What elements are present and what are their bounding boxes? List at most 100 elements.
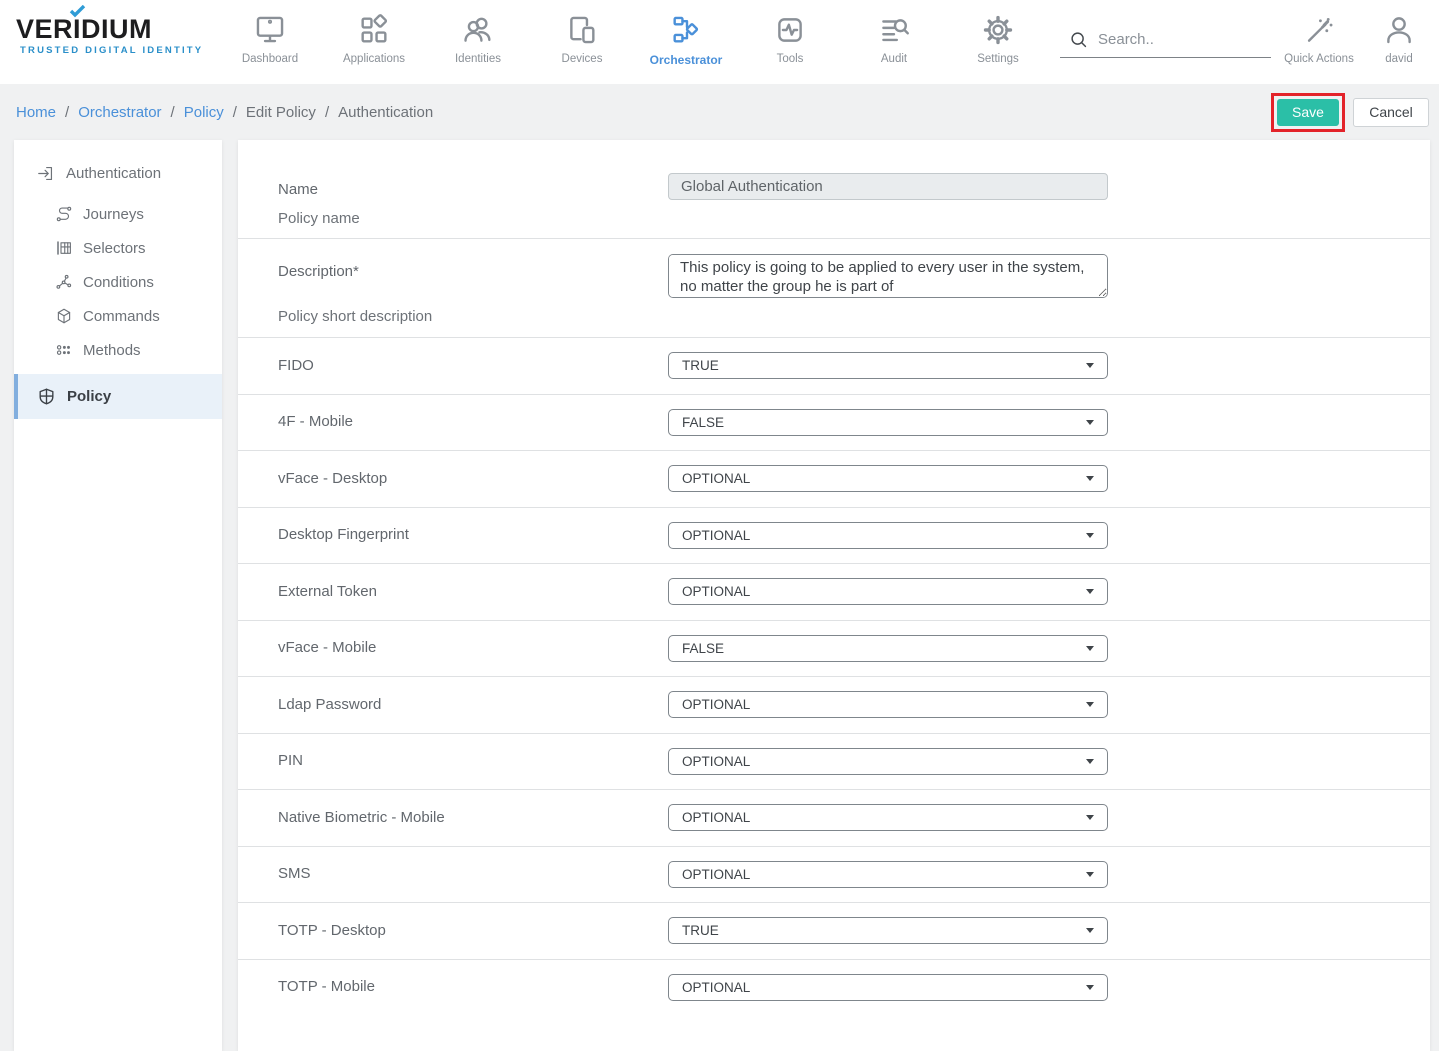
breadcrumb-home[interactable]: Home xyxy=(16,104,56,121)
method-label: SMS xyxy=(278,865,311,882)
name-helper: Policy name xyxy=(278,210,668,227)
nav-label: Devices xyxy=(562,53,603,65)
breadcrumb-edit-policy: Edit Policy xyxy=(246,104,316,121)
name-field-row: Name Policy name xyxy=(238,140,1430,238)
nav-item-identities[interactable]: Identities xyxy=(426,0,530,84)
method-row-4f-mobile: 4F - Mobile FALSE xyxy=(238,394,1430,451)
sidebar-item-authentication[interactable]: Authentication xyxy=(14,150,222,197)
policy-form: Name Policy name Description* Policy sho… xyxy=(238,140,1430,1051)
method-label: FIDO xyxy=(278,357,314,374)
quick-actions-button[interactable]: Quick Actions xyxy=(1271,0,1367,84)
sidebar-item-policy[interactable]: Policy xyxy=(14,374,222,419)
policy-description-textarea[interactable]: This policy is going to be applied to ev… xyxy=(668,254,1108,298)
select-vface-desktop[interactable]: OPTIONAL xyxy=(668,465,1108,492)
shield-icon xyxy=(37,387,56,406)
quick-actions-label: Quick Actions xyxy=(1284,53,1354,65)
search-input[interactable] xyxy=(1098,31,1248,48)
breadcrumb-separator: / xyxy=(233,104,237,121)
policy-name-input[interactable] xyxy=(668,173,1108,200)
select-vface-mobile[interactable]: FALSE xyxy=(668,635,1108,662)
select-ldap-password[interactable]: OPTIONAL xyxy=(668,691,1108,718)
method-row-fido: FIDO TRUE xyxy=(238,337,1430,394)
veridium-logo[interactable]: VERIDIUM TRUSTED DIGITAL IDENTITY xyxy=(16,14,184,84)
sidebar-section-label: Authentication xyxy=(66,165,161,182)
sidebar-item-label: Commands xyxy=(83,308,160,325)
sidebar-item-label: Conditions xyxy=(83,274,154,291)
save-highlight-annotation: Save xyxy=(1271,93,1345,132)
nav-item-orchestrator[interactable]: Orchestrator xyxy=(634,0,738,84)
magic-wand-icon xyxy=(1302,10,1336,50)
pulse-box-icon xyxy=(773,10,807,50)
nav-item-dashboard[interactable]: Dashboard xyxy=(218,0,322,84)
select-fido[interactable]: TRUE xyxy=(668,352,1108,379)
select-desktop-fingerprint[interactable]: OPTIONAL xyxy=(668,522,1108,549)
user-name-label: david xyxy=(1385,53,1413,65)
select-sms[interactable]: OPTIONAL xyxy=(668,861,1108,888)
chevron-down-icon xyxy=(1086,985,1094,990)
graph-nodes-icon xyxy=(55,273,73,291)
nav-label: Settings xyxy=(977,53,1019,65)
nav-item-settings[interactable]: Settings xyxy=(946,0,1050,84)
chevron-down-icon xyxy=(1086,420,1094,425)
method-row-totp-mobile: TOTP - Mobile OPTIONAL xyxy=(238,959,1430,1016)
method-row-ldap-password: Ldap Password OPTIONAL xyxy=(238,676,1430,733)
sidebar-item-commands[interactable]: Commands xyxy=(14,299,222,333)
method-row-vface-desktop: vFace - Desktop OPTIONAL xyxy=(238,450,1430,507)
method-label: vFace - Mobile xyxy=(278,639,376,656)
nav-item-audit[interactable]: Audit xyxy=(842,0,946,84)
breadcrumb: Home / Orchestrator / Policy / Edit Poli… xyxy=(16,104,433,121)
method-row-vface-mobile: vFace - Mobile FALSE xyxy=(238,620,1430,677)
nav-label: Dashboard xyxy=(242,53,298,65)
sidebar-item-journeys[interactable]: Journeys xyxy=(14,197,222,231)
sidebar-item-conditions[interactable]: Conditions xyxy=(14,265,222,299)
method-label: TOTP - Desktop xyxy=(278,922,386,939)
chevron-down-icon xyxy=(1086,702,1094,707)
method-label: Ldap Password xyxy=(278,696,381,713)
select-totp-desktop[interactable]: TRUE xyxy=(668,917,1108,944)
nav-item-applications[interactable]: Applications xyxy=(322,0,426,84)
select-4f-mobile[interactable]: FALSE xyxy=(668,409,1108,436)
user-avatar-icon xyxy=(1382,10,1416,50)
select-totp-mobile[interactable]: OPTIONAL xyxy=(668,974,1108,1001)
breadcrumb-orchestrator[interactable]: Orchestrator xyxy=(78,104,161,121)
description-label: Description* xyxy=(278,263,668,280)
select-external-token[interactable]: OPTIONAL xyxy=(668,578,1108,605)
gear-icon xyxy=(981,10,1015,50)
nav-label: Tools xyxy=(777,53,804,65)
policy-sidebar: Authentication Journeys Selectors Condit… xyxy=(14,140,222,1051)
select-native-biometric-mobile[interactable]: OPTIONAL xyxy=(668,804,1108,831)
nav-item-tools[interactable]: Tools xyxy=(738,0,842,84)
logo-check-icon xyxy=(69,5,86,18)
user-menu[interactable]: david xyxy=(1367,0,1431,84)
method-label: Desktop Fingerprint xyxy=(278,526,409,543)
method-label: TOTP - Mobile xyxy=(278,978,375,995)
name-label: Name xyxy=(278,181,668,198)
logo-wordmark: VERIDIUM xyxy=(16,14,184,44)
login-icon xyxy=(36,164,55,183)
sidebar-item-methods[interactable]: Methods xyxy=(14,333,222,367)
breadcrumb-authentication: Authentication xyxy=(338,104,433,121)
method-label: PIN xyxy=(278,752,303,769)
method-label: 4F - Mobile xyxy=(278,413,353,430)
select-pin[interactable]: OPTIONAL xyxy=(668,748,1108,775)
logo-tagline: TRUSTED DIGITAL IDENTITY xyxy=(16,45,184,56)
content-area: Authentication Journeys Selectors Condit… xyxy=(0,140,1439,1051)
chevron-down-icon xyxy=(1086,363,1094,368)
breadcrumb-policy[interactable]: Policy xyxy=(184,104,224,121)
sidebar-item-selectors[interactable]: Selectors xyxy=(14,231,222,265)
save-button[interactable]: Save xyxy=(1277,99,1339,126)
nav-label: Applications xyxy=(343,53,405,65)
search-icon xyxy=(1068,29,1090,51)
nav-item-devices[interactable]: Devices xyxy=(530,0,634,84)
breadcrumb-separator: / xyxy=(325,104,329,121)
chevron-down-icon xyxy=(1086,533,1094,538)
list-search-icon xyxy=(877,10,911,50)
search-field[interactable] xyxy=(1060,22,1271,58)
dots-grid-icon xyxy=(55,341,73,359)
devices-icon xyxy=(565,10,599,50)
flowchart-icon xyxy=(669,10,703,50)
cancel-button[interactable]: Cancel xyxy=(1353,98,1429,127)
nav-label: Orchestrator xyxy=(650,53,723,67)
sidebar-active-label: Policy xyxy=(67,388,111,405)
chevron-down-icon xyxy=(1086,589,1094,594)
